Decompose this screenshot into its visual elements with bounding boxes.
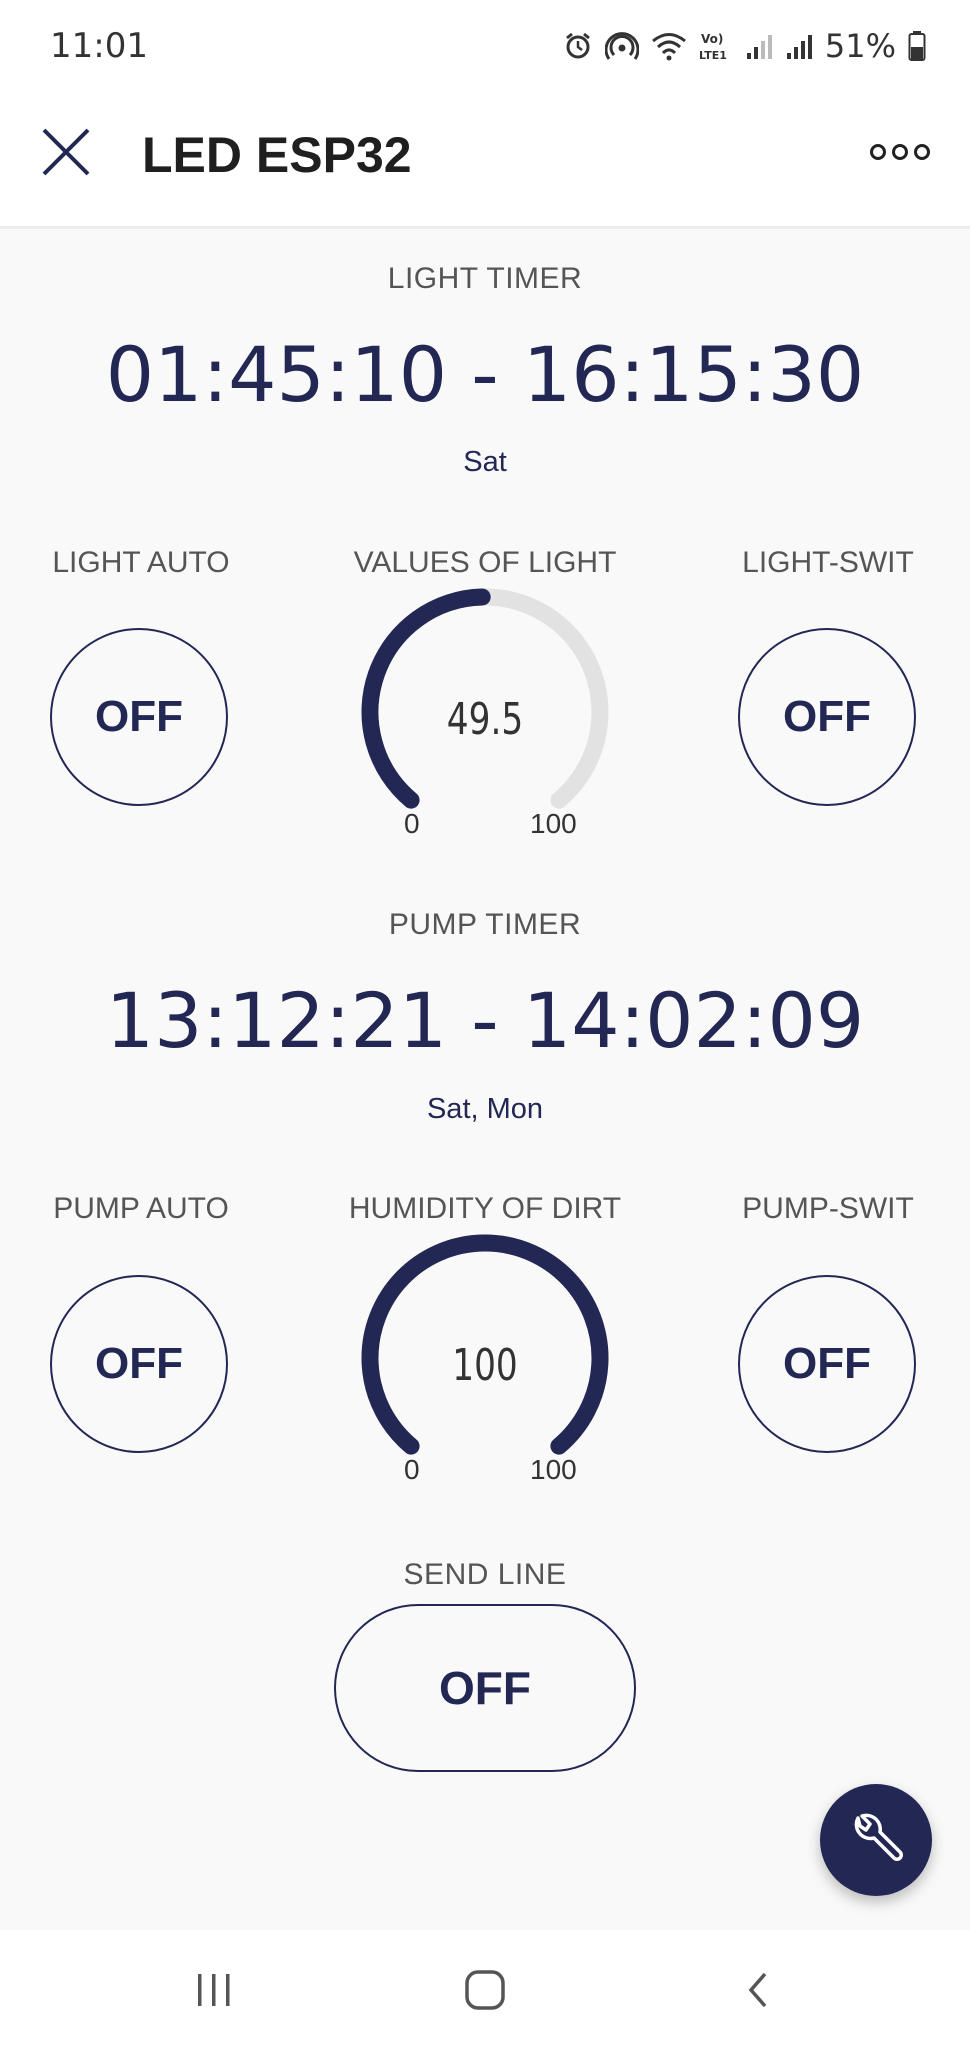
- pump-auto-label: PUMP AUTO: [53, 1192, 229, 1225]
- light-timer-days: Sat: [463, 446, 507, 478]
- signal-icon: [786, 35, 812, 59]
- more-icon: [870, 144, 930, 160]
- pump-timer-label: PUMP TIMER: [388, 908, 582, 941]
- light-gauge-value: 49.5: [446, 694, 524, 745]
- system-nav-bar: [0, 1930, 970, 2048]
- svg-text:Vo): Vo): [701, 32, 723, 46]
- volte-icon: Vo) LTE1: [699, 32, 727, 62]
- recent-apps-icon: [198, 1974, 230, 2006]
- pump-timer-range[interactable]: 13:12:21 - 14:02:09: [0, 976, 970, 1065]
- pump-gauge-max: 100: [530, 1454, 577, 1485]
- status-bar: 11:01 Vo) LTE1 51%: [0, 0, 970, 90]
- light-switch-label: LIGHT-SWIT: [742, 546, 914, 579]
- pump-switch-button[interactable]: OFF: [738, 1275, 916, 1453]
- send-line-button[interactable]: OFF: [334, 1604, 636, 1772]
- hotspot-icon: [604, 32, 639, 60]
- status-icons: Vo) LTE1 51%: [563, 24, 926, 68]
- pump-gauge-label: HUMIDITY OF DIRT: [348, 1192, 622, 1225]
- pump-switch-label: PUMP-SWIT: [742, 1192, 914, 1225]
- settings-fab-button[interactable]: [820, 1784, 932, 1896]
- close-button[interactable]: [34, 120, 98, 184]
- light-auto-label: LIGHT AUTO: [52, 546, 230, 579]
- back-button[interactable]: [718, 1960, 798, 2020]
- wrench-icon: [854, 1813, 903, 1861]
- light-timer-range[interactable]: 01:45:10 - 16:15:30: [0, 330, 970, 419]
- pump-auto-button[interactable]: OFF: [50, 1275, 228, 1453]
- more-button[interactable]: [860, 130, 940, 174]
- recent-apps-button[interactable]: [174, 1960, 254, 2020]
- close-icon: [42, 128, 90, 176]
- home-button[interactable]: [445, 1960, 525, 2020]
- light-gauge-min: 0: [404, 808, 420, 839]
- home-icon: [465, 1970, 505, 2010]
- battery-level: 51%: [824, 27, 896, 65]
- alarm-icon: [565, 32, 590, 59]
- light-gauge-label: VALUES OF LIGHT: [353, 546, 617, 579]
- back-icon: [748, 1972, 767, 2008]
- light-switch-button[interactable]: OFF: [738, 628, 916, 806]
- light-auto-button[interactable]: OFF: [50, 628, 228, 806]
- page-title: LED ESP32: [142, 127, 412, 183]
- pump-timer-days: Sat, Mon: [426, 1093, 544, 1125]
- send-line-label: SEND LINE: [403, 1558, 567, 1591]
- signal-icon: [746, 35, 772, 59]
- app-header: LED ESP32: [0, 90, 970, 229]
- battery-icon: [908, 31, 926, 61]
- status-time: 11:01: [50, 26, 148, 66]
- wifi-icon: [651, 33, 686, 61]
- pump-gauge-min: 0: [404, 1454, 420, 1485]
- light-gauge-max: 100: [530, 808, 577, 839]
- pump-gauge-value: 100: [452, 1340, 518, 1391]
- light-timer-label: LIGHT TIMER: [387, 262, 583, 295]
- svg-text:LTE1: LTE1: [699, 49, 727, 62]
